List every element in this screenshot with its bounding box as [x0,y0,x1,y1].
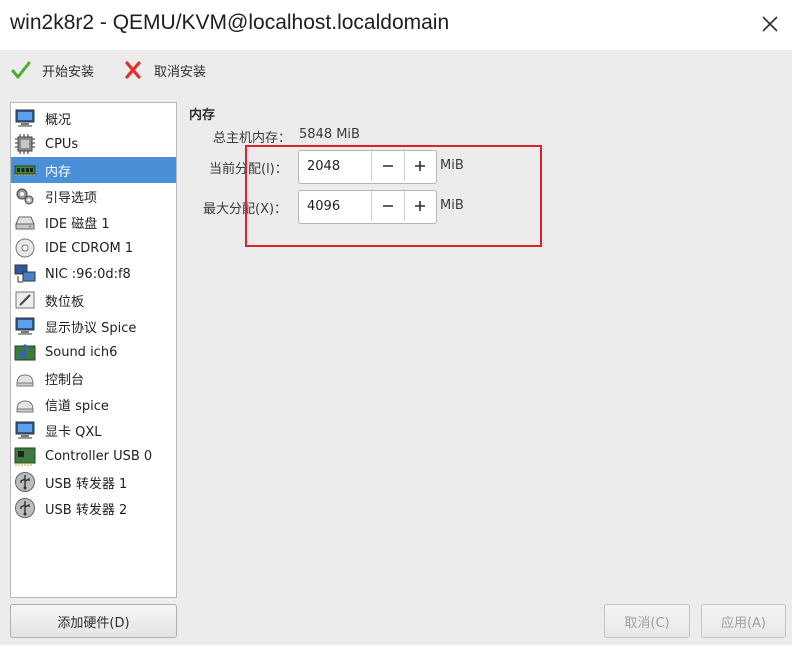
sidebar-item-label: 信道 spice [45,398,109,414]
sidebar-item-channel-spice[interactable]: 信道 spice [11,391,176,417]
sidebar-item-label: IDE CDROM 1 [45,240,134,256]
sidebar-item-label: Sound ich6 [45,344,118,360]
sidebar-item-display-spice[interactable]: 显示协议 Spice [11,313,176,339]
sidebar-item-nic[interactable]: NIC :96:0d:f8 [11,261,176,287]
add-hardware-button[interactable]: 添加硬件(D) [10,604,177,638]
toolbar: 开始安装 取消安装 [0,50,792,90]
sound-card-icon [14,341,36,363]
hard-disk-icon [14,211,36,233]
controller-card-icon [14,445,36,467]
boot-gears-icon [14,185,36,207]
sidebar-item-label: Controller USB 0 [45,448,153,464]
sidebar-item-ide-cdrom-1[interactable]: IDE CDROM 1 [11,235,176,261]
sidebar-item-usb-redirector-2[interactable]: USB 转发器 2 [11,495,176,521]
sidebar-item-video-qxl[interactable]: 显卡 QXL [11,417,176,443]
sidebar-item-label: NIC :96:0d:f8 [45,266,131,282]
sidebar-item-overview[interactable]: 概况 [11,105,176,131]
sidebar-item-memory[interactable]: 内存 [11,157,176,183]
tablet-icon [14,289,36,311]
sidebar-item-label: 显卡 QXL [45,424,102,440]
sidebar-item-label: 概况 [45,112,72,128]
cross-icon [122,59,144,81]
hardware-list[interactable]: 概况 CPUs 内存 引导选项 IDE 磁盘 1 IDE CDROM 1 NIC… [10,102,177,598]
sidebar-item-boot-options[interactable]: 引导选项 [11,183,176,209]
host-memory-value: 5848 MiB [299,127,360,142]
sidebar-item-ide-disk-1[interactable]: IDE 磁盘 1 [11,209,176,235]
close-button[interactable] [754,8,786,40]
sidebar-item-label: 显示协议 Spice [45,320,137,336]
window-title: win2k8r2 - QEMU/KVM@localhost.localdomai… [10,11,450,34]
usb-redirector-icon [14,497,36,519]
host-memory-label: 总主机内存： [213,131,292,146]
window-bottom-edge [0,645,792,653]
cancel-install-button[interactable]: 取消安装 [122,58,206,82]
cdrom-icon [14,237,36,259]
sidebar-item-label: 内存 [45,164,72,180]
sidebar-item-label: 数位板 [45,294,85,310]
overview-monitor-icon [14,107,36,129]
begin-install-label: 开始安装 [42,64,95,80]
sidebar-item-console[interactable]: 控制台 [11,365,176,391]
channel-icon [14,393,36,415]
title-bar: win2k8r2 - QEMU/KVM@localhost.localdomai… [0,0,792,50]
sidebar-item-usb-redirector-1[interactable]: USB 转发器 1 [11,469,176,495]
highlight-box [245,145,542,247]
close-icon [762,16,778,32]
serial-console-icon [14,367,36,389]
sidebar-item-label: IDE 磁盘 1 [45,216,110,232]
sidebar-item-cpus[interactable]: CPUs [11,131,176,157]
begin-install-button[interactable]: 开始安装 [10,58,94,82]
checkmark-icon [10,59,32,81]
sidebar-item-tablet[interactable]: 数位板 [11,287,176,313]
network-icon [14,263,36,285]
memory-module-icon [14,159,36,181]
sidebar-item-label: 引导选项 [45,190,98,206]
section-title: 内存 [189,108,216,123]
cancel-button[interactable]: 取消(C) [604,604,690,638]
usb-redirector-icon [14,471,36,493]
sidebar-item-label: CPUs [45,136,79,152]
video-card-icon [14,419,36,441]
sidebar-item-label: 控制台 [45,372,85,388]
sidebar-item-sound[interactable]: Sound ich6 [11,339,176,365]
sidebar-item-controller-usb[interactable]: Controller USB 0 [11,443,176,469]
sidebar-item-label: USB 转发器 2 [45,502,128,518]
display-monitor-icon [14,315,36,337]
cancel-install-label: 取消安装 [154,64,207,80]
cpu-chip-icon [14,133,36,155]
apply-button[interactable]: 应用(A) [701,604,786,638]
sidebar-item-label: USB 转发器 1 [45,476,128,492]
